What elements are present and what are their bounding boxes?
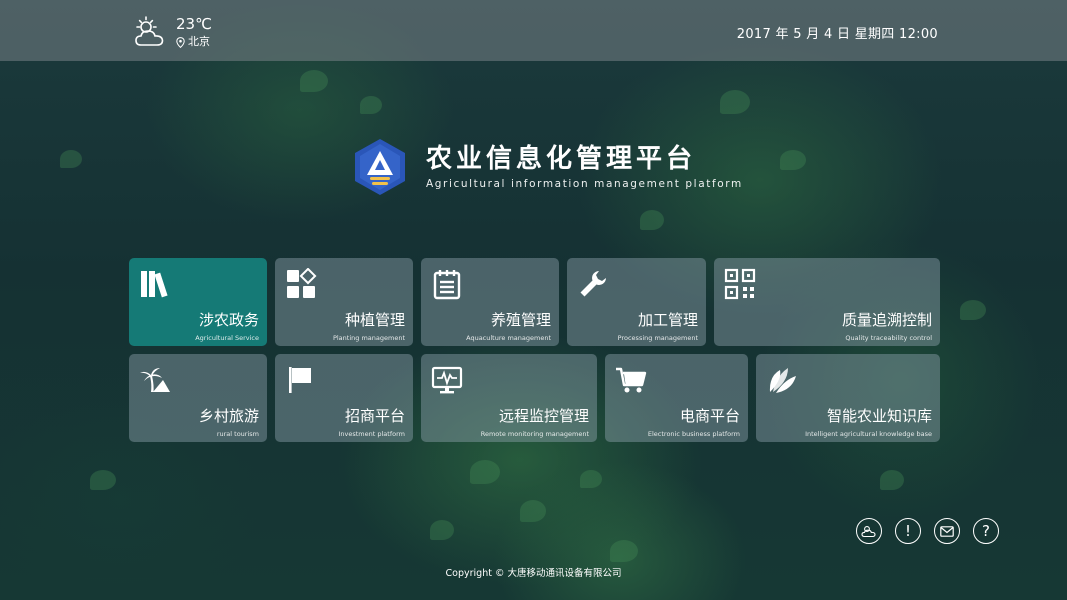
tile-quality-traceability[interactable]: 质量追溯控制 Quality traceability control [714, 258, 940, 346]
weather-icon [861, 526, 876, 538]
help-icon: ? [982, 522, 990, 540]
tile-ecommerce-platform[interactable]: 电商平台 Electronic business platform [605, 354, 748, 442]
tile-knowledge-base[interactable]: 智能农业知识库 Intelligent agricultural knowled… [756, 354, 940, 442]
tile-planting-management[interactable]: 种植管理 Planting management [275, 258, 413, 346]
notepad-icon [433, 270, 461, 300]
grid-apps-icon [287, 268, 317, 298]
tile-remote-monitoring[interactable]: 远程监控管理 Remote monitoring management [421, 354, 597, 442]
wrench-icon [580, 271, 606, 297]
leaf-icon [769, 368, 796, 393]
tile-rural-tourism[interactable]: 乡村旅游 rural tourism [129, 354, 267, 442]
flag-icon [289, 367, 311, 393]
top-bar: 23℃ 北京 2017 年 5 月 4 日 星期四 12:00 [0, 0, 1067, 61]
monitor-icon [431, 366, 463, 394]
shopping-cart-icon [616, 367, 647, 393]
weather-widget: 23℃ 北京 [132, 14, 212, 50]
tile-aquaculture-management[interactable]: 养殖管理 Aquaculture management [421, 258, 559, 346]
page-subtitle: Agricultural information management plat… [426, 178, 743, 190]
alert-button[interactable]: ! [895, 518, 921, 544]
copyright-footer: Copyright © 大唐移动通讯设备有限公司 [445, 568, 622, 579]
qr-code-icon [724, 268, 756, 300]
date-time: 2017 年 5 月 4 日 星期四 12:00 [736, 27, 938, 42]
partly-cloudy-icon [135, 16, 164, 46]
page-title: 农业信息化管理平台 [426, 144, 697, 174]
tile-agricultural-service[interactable]: 涉农政务 Agricultural Service [129, 258, 267, 346]
city-label: 北京 [176, 35, 212, 49]
tile-investment-platform[interactable]: 招商平台 Investment platform [275, 354, 413, 442]
tile-processing-management[interactable]: 加工管理 Processing management [567, 258, 706, 346]
mail-icon [940, 525, 954, 537]
help-button[interactable]: ? [973, 518, 999, 544]
tool-buttons: ! ? [856, 518, 1012, 544]
mail-button[interactable] [934, 518, 960, 544]
books-icon [141, 271, 168, 298]
weather-button[interactable] [856, 518, 882, 544]
platform-logo-icon [355, 139, 405, 195]
temperature: 23℃ [176, 15, 212, 33]
brand-header: 农业信息化管理平台 Agricultural information manag… [352, 138, 743, 196]
location-pin-icon [176, 36, 185, 48]
alert-icon: ! [904, 522, 911, 540]
palm-tree-icon [140, 368, 170, 392]
